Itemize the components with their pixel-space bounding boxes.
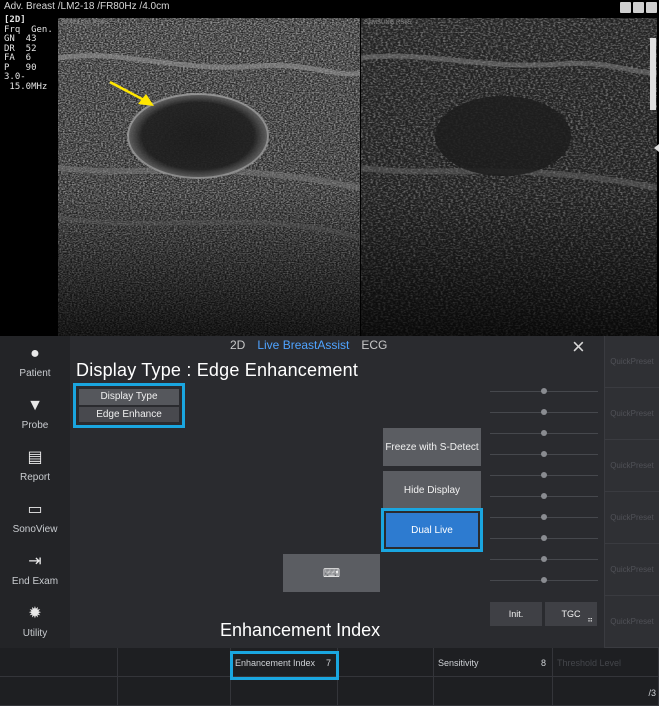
- display-type-label: Display Type: [79, 389, 179, 405]
- soft-key[interactable]: [338, 648, 434, 677]
- sidebar-item-sonoview[interactable]: ▭ SonoView: [0, 492, 70, 544]
- quick-preset-button[interactable]: QuickPreset: [605, 544, 659, 596]
- tgc-slider[interactable]: [490, 428, 598, 438]
- annotation-display-type: Display Type : Edge Enhancement: [76, 360, 359, 380]
- soft-key-row-2: [0, 677, 659, 706]
- tgc-slider-knob[interactable]: [541, 514, 547, 520]
- sidebar-item-patient[interactable]: ● Patient: [0, 336, 70, 388]
- imaging-parameters: [2D] Frq Gen. GN 43 DR 52 FA 6 P 90 3.0-…: [4, 15, 53, 92]
- tgc-slider[interactable]: [490, 533, 598, 543]
- sidebar-item-label: Report: [19, 471, 50, 483]
- freeze-with-s-detect-button[interactable]: Freeze with S-Detect: [383, 428, 481, 466]
- tgc-slider[interactable]: [490, 491, 598, 501]
- record-icon[interactable]: [633, 2, 644, 13]
- status-bar: Adv. Breast /LM2-18 /FR80Hz /4.0cm: [4, 1, 170, 12]
- depth-scale-bar: [650, 38, 656, 110]
- tgc-slider-knob[interactable]: [541, 430, 547, 436]
- gear-icon: ✹: [28, 604, 42, 622]
- soft-key[interactable]: [0, 648, 118, 677]
- annotation-enhancement-index: Enhancement Index: [220, 620, 381, 640]
- focus-marker-icon[interactable]: [654, 144, 659, 152]
- hide-display-button[interactable]: Hide Display: [383, 471, 481, 509]
- probe-icon: ▼: [27, 396, 43, 414]
- mode-tabs: 2D Live BreastAssist ECG: [230, 338, 387, 352]
- tgc-sliders: [490, 386, 598, 596]
- tgc-slider[interactable]: [490, 386, 598, 396]
- quick-preset-button[interactable]: QuickPreset: [605, 388, 659, 440]
- sidebar-item-label: Utility: [22, 627, 48, 639]
- quick-preset-button[interactable]: QuickPreset: [605, 336, 659, 388]
- dual-live-button[interactable]: Dual Live: [386, 513, 478, 547]
- soft-key[interactable]: [338, 677, 434, 706]
- grid-icon: ⠶: [587, 615, 593, 624]
- sidebar-item-probe[interactable]: ▼ Probe: [0, 388, 70, 440]
- sidebar-item-utility[interactable]: ✹ Utility: [0, 596, 70, 648]
- ultrasound-image-right[interactable]: [361, 18, 657, 336]
- tgc-slider-knob[interactable]: [541, 493, 547, 499]
- soft-key[interactable]: [0, 677, 118, 706]
- ultrasound-image-left[interactable]: [58, 18, 360, 336]
- sidebar-item-label: Probe: [21, 419, 49, 431]
- soft-key-value: 8: [540, 658, 546, 668]
- tab-ecg[interactable]: ECG: [361, 338, 387, 352]
- soft-key-label: Threshold Level: [557, 658, 622, 668]
- keyboard-icon: ⌨: [322, 566, 341, 580]
- sonoview-icon: ▭: [27, 500, 43, 518]
- quick-preset-button[interactable]: QuickPreset: [605, 596, 659, 648]
- close-icon[interactable]: ×: [572, 334, 585, 360]
- tgc-slider-knob[interactable]: [541, 472, 547, 478]
- display-type-control[interactable]: Display Type Edge Enhance: [73, 383, 185, 428]
- tgc-slider-knob[interactable]: [541, 409, 547, 415]
- tgc-slider[interactable]: [490, 512, 598, 522]
- tgc-slider[interactable]: [490, 449, 598, 459]
- end-exam-icon: ⇥: [28, 552, 42, 570]
- image-toolbar: [620, 2, 657, 13]
- sidebar: ● Patient ▼ Probe ▤ Report ▭ SonoView ⇥ …: [0, 336, 70, 648]
- sidebar-item-end-exam[interactable]: ⇥ End Exam: [0, 544, 70, 596]
- quick-preset-column: QuickPreset QuickPreset QuickPreset Quic…: [604, 336, 659, 648]
- tgc-slider-knob[interactable]: [541, 535, 547, 541]
- report-icon: ▤: [27, 448, 43, 466]
- init-button[interactable]: Init.: [490, 602, 542, 626]
- person-icon: ●: [30, 344, 40, 362]
- quick-preset-button[interactable]: QuickPreset: [605, 440, 659, 492]
- dual-live-highlight: Dual Live: [381, 508, 483, 552]
- keyboard-button[interactable]: ⌨: [283, 554, 380, 592]
- soft-key-label: Sensitivity: [438, 658, 479, 668]
- soft-key[interactable]: [434, 677, 553, 706]
- touch-panel: ● Patient ▼ Probe ▤ Report ▭ SonoView ⇥ …: [0, 334, 659, 648]
- sidebar-item-label: Patient: [19, 367, 51, 379]
- soft-key-threshold-level[interactable]: Threshold Level: [553, 648, 659, 677]
- soft-key-sensitivity[interactable]: Sensitivity 8: [434, 648, 553, 677]
- tgc-slider[interactable]: [490, 554, 598, 564]
- tgc-slider[interactable]: [490, 407, 598, 417]
- soft-key[interactable]: [118, 648, 231, 677]
- tab-live-breastassist[interactable]: Live BreastAssist: [257, 338, 349, 352]
- tgc-button-label: TGC: [561, 609, 581, 619]
- tgc-slider-knob[interactable]: [541, 451, 547, 457]
- soft-key[interactable]: [553, 677, 659, 706]
- soft-key[interactable]: [231, 677, 338, 706]
- soft-key[interactable]: [118, 677, 231, 706]
- sidebar-item-report[interactable]: ▤ Report: [0, 440, 70, 492]
- camera-icon[interactable]: [620, 2, 631, 13]
- tgc-slider[interactable]: [490, 470, 598, 480]
- tgc-slider-knob[interactable]: [541, 577, 547, 583]
- enhancement-index-highlight: [230, 651, 339, 680]
- ultrasound-image-area: Adv. Breast /LM2-18 /FR80Hz /4.0cm [2D] …: [0, 0, 659, 336]
- tgc-slider-knob[interactable]: [541, 388, 547, 394]
- brand-watermark-left: SAMSUNG RS85: [61, 20, 109, 26]
- sidebar-item-label: End Exam: [11, 575, 59, 587]
- layout-icon[interactable]: [646, 2, 657, 13]
- tgc-slider[interactable]: [490, 575, 598, 585]
- page-indicator[interactable]: /3: [648, 688, 656, 698]
- tgc-button[interactable]: TGC ⠶: [545, 602, 597, 626]
- display-type-value: Edge Enhance: [79, 406, 179, 422]
- param-freq-range-high: 15.0MHz: [4, 81, 48, 92]
- sidebar-item-label: SonoView: [12, 523, 58, 535]
- tgc-slider-knob[interactable]: [541, 556, 547, 562]
- quick-preset-button[interactable]: QuickPreset: [605, 492, 659, 544]
- brand-watermark-right: SAMSUNG RS85: [364, 20, 412, 26]
- tab-2d[interactable]: 2D: [230, 338, 245, 352]
